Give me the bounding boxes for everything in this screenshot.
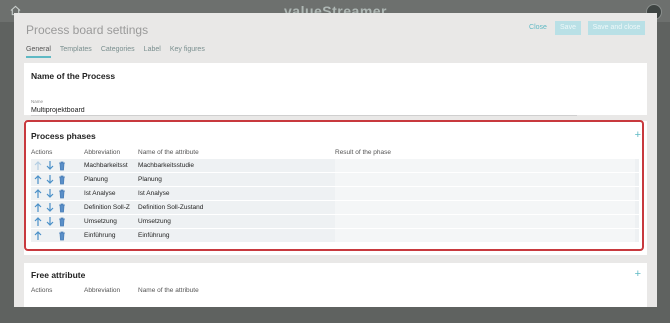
col-actions: Actions — [31, 287, 53, 294]
tab-general[interactable]: General — [26, 46, 51, 58]
tab-label[interactable]: Label — [144, 46, 161, 58]
tab-key-figures[interactable]: Key figures — [170, 46, 205, 58]
add-attribute-button[interactable]: + — [635, 269, 641, 280]
tab-templates[interactable]: Templates — [60, 46, 92, 58]
modal-title: Process board settings — [26, 23, 149, 37]
process-name-input[interactable] — [31, 105, 577, 116]
col-abbreviation: Abbreviation — [84, 287, 121, 294]
save-and-close-button[interactable]: Save and close — [588, 21, 645, 35]
close-button[interactable]: Close — [526, 21, 550, 35]
tab-bar: General Templates Categories Label Key f… — [26, 46, 214, 58]
tab-categories[interactable]: Categories — [101, 46, 135, 58]
save-button[interactable]: Save — [555, 21, 581, 35]
col-attribute-name: Name of the attribute — [138, 287, 199, 294]
free-attribute-title: Free attribute — [31, 270, 86, 280]
highlight-frame — [24, 120, 644, 251]
process-name-card: Name of the Process Name — [24, 63, 647, 116]
free-attribute-card: Free attribute + Actions Abbreviation Na… — [24, 263, 647, 307]
process-name-title: Name of the Process — [31, 71, 116, 81]
name-field-label: Name — [31, 99, 44, 104]
